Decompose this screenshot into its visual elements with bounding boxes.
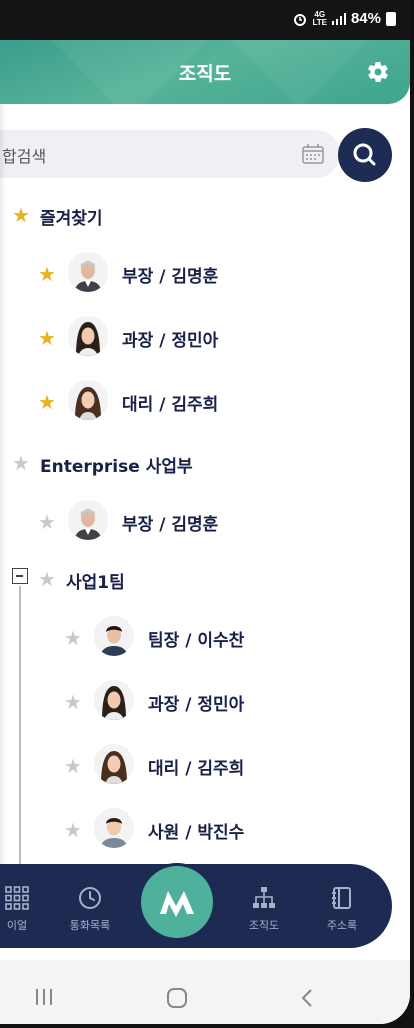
home-button[interactable]	[141, 866, 213, 938]
list-item[interactable]: ★ 사원 / 박진수	[0, 806, 380, 854]
nav-label: 조직도	[248, 919, 280, 932]
home-nav-icon[interactable]	[166, 988, 188, 1008]
nav-item-org-chart[interactable]: 조직도	[236, 886, 292, 933]
search-placeholder: 합검색	[2, 147, 47, 166]
department-title: Enterprise 사업부	[40, 457, 193, 477]
nav-label: 통화목록	[69, 919, 111, 932]
star-icon[interactable]: ★	[38, 569, 56, 589]
gear-icon[interactable]	[366, 60, 390, 84]
member-name: 부장 / 김명훈	[122, 267, 219, 287]
system-navigation-bar	[0, 960, 410, 1024]
list-item[interactable]: ★ 대리 / 김주희	[0, 378, 380, 426]
nav-item-work[interactable]: 이얼	[0, 886, 34, 933]
status-icons: 4G LTE 84%	[293, 10, 396, 27]
list-item[interactable]: ★ 과장 / 정민아	[0, 314, 380, 362]
phone-frame: 4G LTE 84% 조직도 합검색 ★ 즐겨찾기 ★ 부장 / 김명훈 ★ 과…	[0, 0, 414, 1028]
star-icon[interactable]: ★	[12, 453, 30, 473]
team-title: 사업1팀	[66, 573, 125, 593]
calendar-icon[interactable]	[302, 144, 324, 164]
star-icon[interactable]: ★	[64, 756, 82, 776]
avatar	[68, 316, 108, 356]
nav-label: 이얼	[6, 919, 28, 932]
star-icon[interactable]: ★	[64, 820, 82, 840]
collapse-toggle[interactable]	[12, 568, 28, 584]
member-name: 부장 / 김명훈	[122, 515, 219, 535]
back-icon[interactable]	[300, 988, 314, 1008]
alarm-icon	[294, 13, 307, 26]
app-logo-icon	[160, 891, 194, 917]
favorites-title: 즐겨찾기	[40, 209, 103, 229]
nav-item-call-log[interactable]: 통화목록	[62, 886, 118, 933]
list-item[interactable]: ★ 팀장 / 이수찬	[0, 614, 380, 662]
page-title: 조직도	[178, 63, 232, 85]
list-item[interactable]: ★ 대리 / 김주희	[0, 742, 380, 790]
avatar	[68, 252, 108, 292]
list-item[interactable]: ★ 과장 / 정민아	[0, 678, 380, 726]
team-header[interactable]: ★ 사업1팀	[30, 556, 380, 604]
star-icon[interactable]: ★	[38, 264, 56, 284]
clock-icon	[79, 887, 101, 909]
battery-icon	[386, 11, 396, 26]
grid-icon	[5, 886, 29, 910]
avatar	[94, 744, 134, 784]
address-book-icon	[332, 887, 351, 909]
member-name: 팀장 / 이수찬	[148, 631, 245, 651]
star-icon[interactable]: ★	[38, 328, 56, 348]
list-item[interactable]: ★ 부장 / 김명훈	[0, 498, 380, 546]
avatar	[68, 380, 108, 420]
nav-label: 주소록	[326, 919, 358, 932]
member-name: 대리 / 김주희	[148, 759, 245, 779]
network-indicator: 4G LTE	[312, 9, 327, 27]
avatar	[68, 500, 108, 540]
favorites-header[interactable]: ★ 즐겨찾기	[0, 192, 380, 240]
search-button[interactable]	[338, 128, 392, 182]
member-name: 대리 / 김주희	[122, 395, 219, 415]
avatar	[94, 808, 134, 848]
search-input[interactable]: 합검색	[0, 130, 340, 178]
recent-apps-icon[interactable]	[34, 988, 54, 1006]
app-screen: 4G LTE 84% 조직도 합검색 ★ 즐겨찾기 ★ 부장 / 김명훈 ★ 과…	[0, 0, 410, 1024]
star-icon[interactable]: ★	[64, 628, 82, 648]
star-icon[interactable]: ★	[38, 512, 56, 532]
star-icon[interactable]: ★	[38, 392, 56, 412]
star-icon: ★	[12, 203, 30, 227]
app-header: 조직도	[0, 40, 410, 104]
status-bar: 4G LTE 84%	[0, 0, 410, 40]
avatar	[94, 680, 134, 720]
member-name: 과장 / 정민아	[122, 331, 219, 351]
list-item[interactable]: ★ 부장 / 김명훈	[0, 250, 380, 298]
star-icon[interactable]: ★	[64, 692, 82, 712]
member-name: 사원 / 박진수	[148, 823, 245, 843]
org-chart-icon	[253, 887, 275, 908]
search-icon	[353, 143, 376, 166]
department-header[interactable]: ★ Enterprise 사업부	[0, 440, 380, 488]
nav-item-address-book[interactable]: 주소록	[314, 886, 370, 933]
avatar	[94, 616, 134, 656]
member-name: 과장 / 정민아	[148, 695, 245, 715]
signal-icon	[331, 12, 346, 25]
battery-percent: 84%	[350, 10, 381, 27]
